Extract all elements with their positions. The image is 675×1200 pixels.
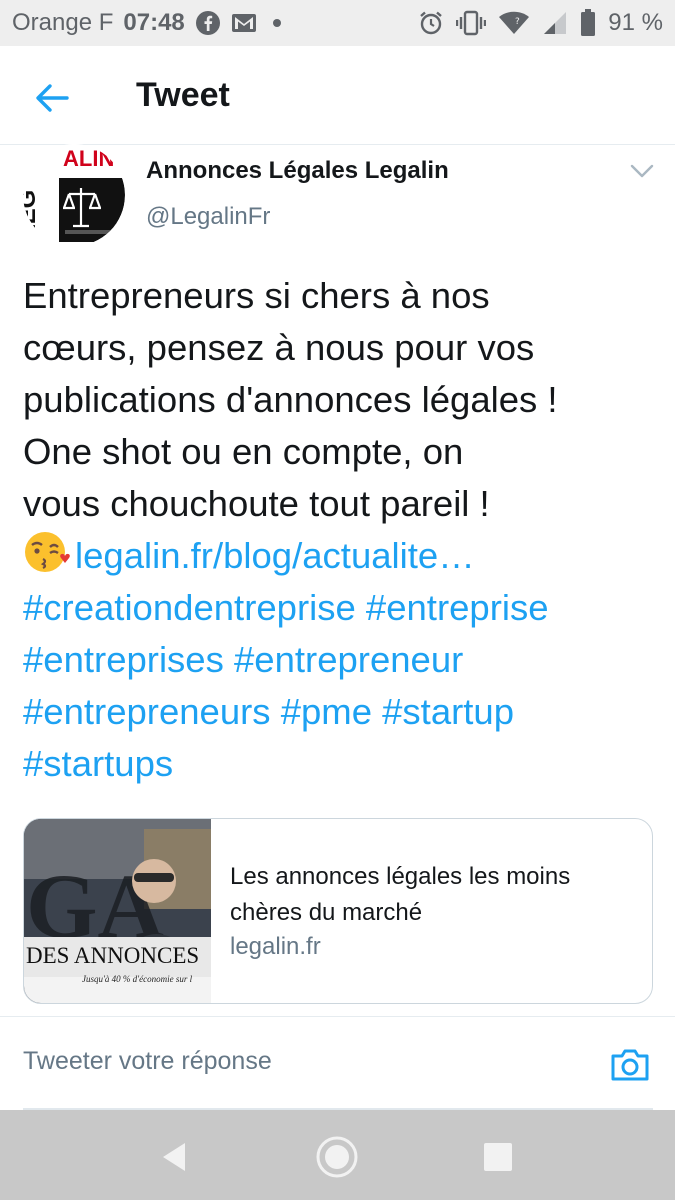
circle-home-icon (316, 1136, 358, 1178)
system-nav-bar (0, 1110, 675, 1200)
tweet-text-line: One shot ou en compte, on (23, 431, 464, 472)
svg-text:?: ? (515, 17, 520, 27)
battery-percent: 91 % (608, 9, 663, 36)
tweet-text-line: vous chouchoute tout pareil ! (23, 483, 490, 524)
camera-button[interactable] (608, 1042, 652, 1086)
tweet-text-line: publications d'annonces légales ! (23, 379, 558, 420)
signal-icon (542, 10, 568, 36)
alarm-icon (418, 10, 444, 36)
card-thumbnail: GA DES ANNONCES Jusqu'à 40 % d'économie … (24, 819, 211, 1003)
tweet-text: Entrepreneurs si chers à nos cœurs, pens… (23, 270, 663, 790)
clock: 07:48 (123, 9, 185, 36)
tweet-link[interactable]: legalin.fr/blog/actualite… (75, 535, 475, 576)
author-name[interactable]: Annonces Légales Legalin (146, 157, 449, 185)
camera-icon (611, 1049, 649, 1081)
dot-icon (267, 13, 287, 33)
card-thumbnail-subtext: Jusqu'à 40 % d'économie sur l (82, 974, 193, 984)
hashtag-line[interactable]: #entreprises #entrepreneur (23, 634, 663, 686)
battery-icon (580, 9, 596, 37)
back-button[interactable] (30, 76, 74, 120)
status-bar: Orange F 07:48 ? 91 % (0, 0, 675, 46)
svg-text:LEG: LEG (23, 190, 41, 239)
top-app-bar: Tweet (0, 46, 675, 145)
page-title: Tweet (136, 76, 230, 114)
author-handle[interactable]: @LegalinFr (146, 203, 270, 231)
hashtag-line[interactable]: #creationdentreprise #entreprise (23, 582, 663, 634)
chevron-down-icon (630, 164, 654, 178)
hashtag-line[interactable]: #startups (23, 738, 663, 790)
hashtag-line[interactable]: #entrepreneurs #pme #startup (23, 686, 663, 738)
nav-home-button[interactable] (315, 1135, 359, 1179)
tweet-menu-button[interactable] (628, 160, 656, 182)
nav-back-button[interactable] (152, 1135, 196, 1179)
card-title: Les annonces légales les moins chères du… (230, 863, 571, 926)
wifi-icon: ? (498, 10, 530, 36)
tweet-link-line: legalin.fr/blog/actualite… (23, 530, 663, 582)
square-recents-icon (484, 1143, 512, 1171)
legalin-logo-icon: LEG ALIN (23, 144, 125, 246)
card-domain: legalin.fr (230, 933, 321, 960)
nav-recents-button[interactable] (476, 1135, 520, 1179)
triangle-back-icon (163, 1143, 185, 1171)
avatar[interactable]: LEG ALIN (23, 144, 125, 246)
svg-text:ALIN: ALIN (63, 146, 114, 171)
gmail-icon (231, 13, 257, 33)
kissing-face-emoji-icon (25, 532, 70, 572)
tweet-text-line: Entrepreneurs si chers à nos (23, 275, 490, 316)
vibrate-icon (456, 10, 487, 36)
link-preview-card[interactable]: GA DES ANNONCES Jusqu'à 40 % d'économie … (23, 818, 653, 1004)
arrow-left-icon (36, 84, 69, 112)
screen: Orange F 07:48 ? 91 % Tweet LEG ALIN Ann… (0, 0, 675, 1200)
divider (0, 1016, 675, 1017)
tweet-text-line: cœurs, pensez à nous pour vos (23, 327, 535, 368)
facebook-icon (195, 10, 221, 36)
card-thumbnail-text: DES ANNONCES (26, 943, 200, 968)
reply-input[interactable]: Tweeter votre réponse (23, 1047, 272, 1076)
carrier-label: Orange F (12, 9, 114, 36)
